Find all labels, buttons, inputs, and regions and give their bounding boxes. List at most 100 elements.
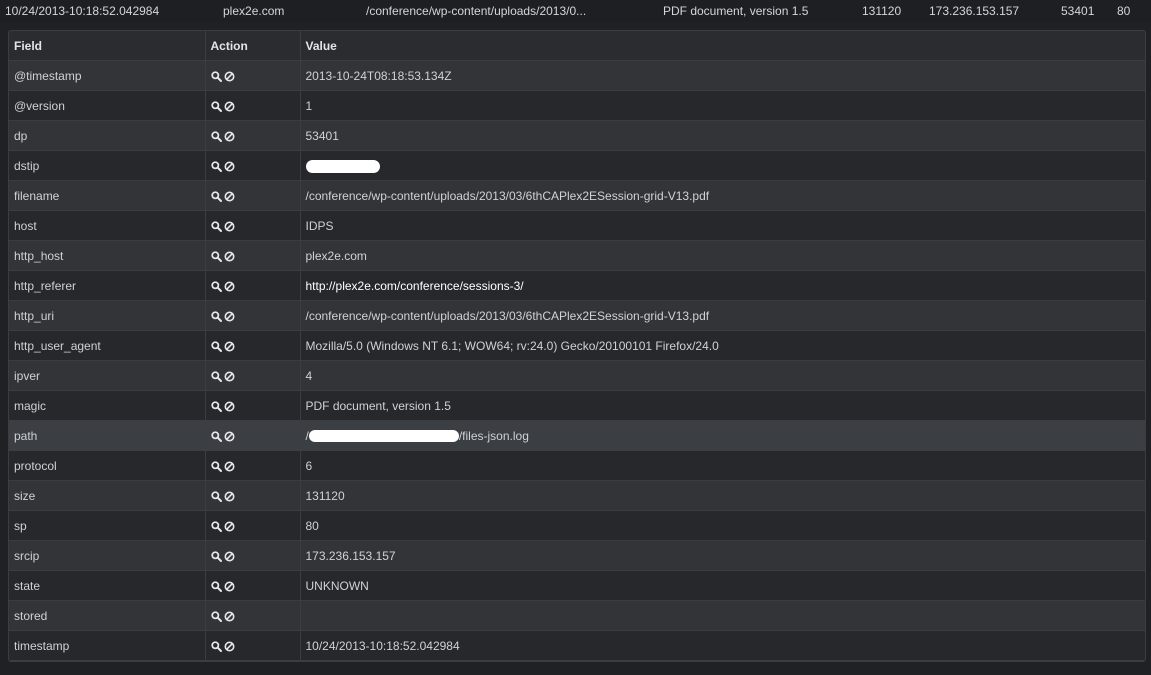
field-name: http_user_agent <box>9 330 206 361</box>
field-value[interactable]: http://plex2e.com/conference/sessions-3/ <box>300 270 1145 301</box>
table-row[interactable]: size 131120 <box>9 480 1145 511</box>
action-cell <box>205 480 301 511</box>
ban-icon[interactable] <box>224 341 235 352</box>
table-row[interactable]: sp 80 <box>9 510 1145 541</box>
table-row[interactable]: timestamp 10/24/2013-10:18:52.042984 <box>9 630 1145 661</box>
ban-icon[interactable] <box>224 281 235 292</box>
field-name: protocol <box>9 450 206 481</box>
field-value: 131120 <box>300 480 1145 511</box>
ban-icon[interactable] <box>224 551 235 562</box>
ban-icon[interactable] <box>224 101 235 112</box>
table-row[interactable]: dp 53401 <box>9 120 1145 151</box>
magnifier-icon[interactable] <box>210 641 222 652</box>
ban-icon[interactable] <box>224 311 235 322</box>
action-cell <box>205 630 301 661</box>
table-row[interactable]: path //files-json.log <box>9 420 1145 451</box>
ban-icon[interactable] <box>224 491 235 502</box>
summary-srcip: 173.236.153.157 <box>929 4 1020 18</box>
action-cell <box>205 360 301 391</box>
table-row[interactable]: http_user_agent Mozilla/5.0 (Windows NT 6… <box>9 330 1145 361</box>
action-cell <box>205 540 301 571</box>
field-value: /conference/wp-content/uploads/2013/03/6… <box>300 180 1145 211</box>
field-value: 6 <box>300 450 1145 481</box>
ban-icon[interactable] <box>224 191 235 202</box>
field-name: stored <box>9 600 206 631</box>
magnifier-icon[interactable] <box>210 611 222 622</box>
magnifier-icon[interactable] <box>210 101 222 112</box>
table-row[interactable]: ipver 4 <box>9 360 1145 391</box>
table-row[interactable]: @version 1 <box>9 90 1145 121</box>
field-name: sp <box>9 510 206 541</box>
field-name: @timestamp <box>9 60 206 91</box>
magnifier-icon[interactable] <box>210 461 222 472</box>
magnifier-icon[interactable] <box>210 161 222 172</box>
table-row[interactable]: filename/conference/wp-content/uploads/2… <box>9 180 1145 211</box>
table-row[interactable]: http_host plex2e.com <box>9 240 1145 271</box>
ban-icon[interactable] <box>224 71 235 82</box>
magnifier-icon[interactable] <box>210 401 222 412</box>
table-row[interactable]: http_uri/conference/wp-content/uploads/2… <box>9 300 1145 331</box>
summary-sp: 80 <box>1117 4 1131 18</box>
magnifier-icon[interactable] <box>210 581 222 592</box>
field-name: ipver <box>9 360 206 391</box>
ban-icon[interactable] <box>224 431 235 442</box>
magnifier-icon[interactable] <box>210 311 222 322</box>
magnifier-icon[interactable] <box>210 281 222 292</box>
ban-icon[interactable] <box>224 161 235 172</box>
magnifier-icon[interactable] <box>210 371 222 382</box>
table-row[interactable]: stored <box>9 600 1145 631</box>
magnifier-icon[interactable] <box>210 431 222 442</box>
table-row[interactable]: http_referer http://plex2e.com/conference… <box>9 270 1145 301</box>
field-name: dp <box>9 120 206 151</box>
action-cell <box>205 390 301 421</box>
field-name: host <box>9 210 206 241</box>
field-value: //files-json.log <box>300 420 1145 451</box>
action-cell <box>205 240 301 271</box>
ban-icon[interactable] <box>224 371 235 382</box>
table-row[interactable]: dstip <box>9 150 1145 181</box>
magnifier-icon[interactable] <box>210 521 222 532</box>
value-column-header[interactable]: Value <box>300 31 1145 61</box>
event-summary-row[interactable]: 10/24/2013-10:18:52.042984 plex2e.com /c… <box>0 0 1151 22</box>
field-value <box>300 600 1145 631</box>
table-row[interactable]: protocol 6 <box>9 450 1145 481</box>
ban-icon[interactable] <box>224 641 235 652</box>
table-row[interactable]: host IDPS <box>9 210 1145 241</box>
ban-icon[interactable] <box>224 611 235 622</box>
magnifier-icon[interactable] <box>210 221 222 232</box>
magnifier-icon[interactable] <box>210 551 222 562</box>
action-cell <box>205 300 301 331</box>
field-value: 10/24/2013-10:18:52.042984 <box>300 630 1145 661</box>
ban-icon[interactable] <box>224 461 235 472</box>
table-row[interactable]: srcip 173.236.153.157 <box>9 540 1145 571</box>
magnifier-icon[interactable] <box>210 71 222 82</box>
redaction-mark <box>308 430 459 443</box>
ban-icon[interactable] <box>224 521 235 532</box>
ban-icon[interactable] <box>224 131 235 142</box>
ban-icon[interactable] <box>224 221 235 232</box>
field-name: srcip <box>9 540 206 571</box>
table-row[interactable]: state UNKNOWN <box>9 570 1145 601</box>
field-value: Mozilla/5.0 (Windows NT 6.1; WOW64; rv:2… <box>300 330 1145 361</box>
field-value: 4 <box>300 360 1145 391</box>
event-details-panel: Field Action Value @timestamp 2013-10-24T… <box>8 30 1146 662</box>
field-name: @version <box>9 90 206 121</box>
magnifier-icon[interactable] <box>210 491 222 502</box>
event-details-table: Field Action Value @timestamp 2013-10-24T… <box>9 31 1145 661</box>
field-name: state <box>9 570 206 601</box>
field-column-header[interactable]: Field <box>9 31 206 61</box>
magnifier-icon[interactable] <box>210 131 222 142</box>
magnifier-icon[interactable] <box>210 191 222 202</box>
field-name: path <box>9 420 206 451</box>
ban-icon[interactable] <box>224 251 235 262</box>
action-cell <box>205 330 301 361</box>
field-value: PDF document, version 1.5 <box>300 390 1145 421</box>
ban-icon[interactable] <box>224 581 235 592</box>
action-column-header[interactable]: Action <box>205 31 301 61</box>
magnifier-icon[interactable] <box>210 251 222 262</box>
table-row[interactable]: @timestamp 2013-10-24T08:18:53.134Z <box>9 60 1145 91</box>
table-row[interactable]: magic PDF document, version 1.5 <box>9 390 1145 421</box>
magnifier-icon[interactable] <box>210 341 222 352</box>
ban-icon[interactable] <box>224 401 235 412</box>
action-cell <box>205 420 301 451</box>
